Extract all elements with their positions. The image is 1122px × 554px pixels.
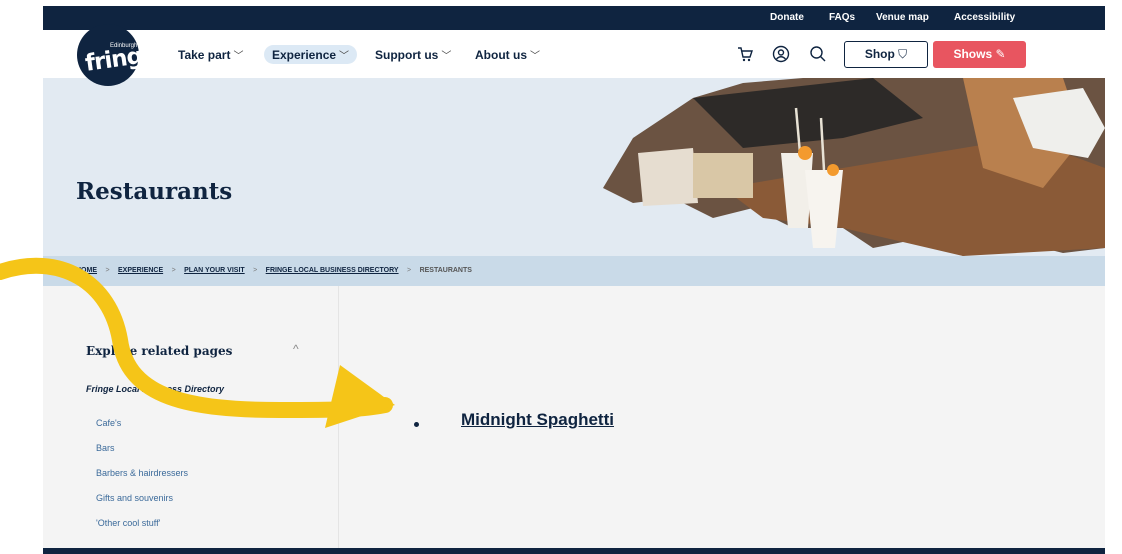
main-nav: Edinburgh fringe Take part ﹀ Experience ﹀ … xyxy=(43,24,1105,86)
utility-bar: Donate FAQs Venue map Accessibility xyxy=(43,6,1105,30)
page-title: Restaurants xyxy=(76,178,233,205)
chevron-down-icon: ﹀ xyxy=(339,51,350,62)
shop-button-label: Shop xyxy=(864,47,895,61)
tshirt-icon: ⛉ xyxy=(898,47,908,61)
nav-about-us[interactable]: About us ﹀ xyxy=(475,47,540,62)
nav-about-us-label: About us xyxy=(475,48,527,62)
faqs-link[interactable]: FAQs xyxy=(829,12,855,23)
nav-support-us[interactable]: Support us ﹀ xyxy=(375,47,451,62)
ticket-icon: ✎ xyxy=(995,47,1006,61)
sidebar-link-cafes[interactable]: Cafe's xyxy=(96,418,121,428)
accessibility-link[interactable]: Accessibility xyxy=(954,12,1015,23)
sidebar-link-barbers[interactable]: Barbers & hairdressers xyxy=(96,468,188,478)
midnight-spaghetti-link[interactable]: Midnight Spaghetti xyxy=(461,410,614,430)
donate-link[interactable]: Donate xyxy=(770,12,804,23)
breadcrumb: HOME > EXPERIENCE > PLAN YOUR VISIT > FR… xyxy=(43,256,1105,286)
sidebar-subtitle[interactable]: Fringe Local Business Directory xyxy=(86,384,224,394)
breadcrumb-separator: > xyxy=(407,267,412,274)
main-content: Midnight Spaghetti xyxy=(340,286,1105,548)
cart-icon[interactable] xyxy=(736,45,754,63)
sidebar-link-gifts[interactable]: Gifts and souvenirs xyxy=(96,493,173,503)
breadcrumb-separator: > xyxy=(253,267,258,274)
breadcrumb-experience[interactable]: EXPERIENCE xyxy=(118,267,163,274)
list-bullet xyxy=(414,422,419,427)
sidebar-title[interactable]: Explore related pages xyxy=(86,344,232,358)
sidebar-link-bars[interactable]: Bars xyxy=(96,443,115,453)
breadcrumb-separator: > xyxy=(171,267,176,274)
shows-button[interactable]: Shows ✎ xyxy=(933,41,1026,68)
nav-experience-label: Experience xyxy=(272,48,337,62)
breadcrumb-business-directory[interactable]: FRINGE LOCAL BUSINESS DIRECTORY xyxy=(266,267,399,274)
chevron-down-icon: ﹀ xyxy=(441,51,452,62)
hero-banner: Restaurants xyxy=(43,78,1105,256)
fringe-logo[interactable]: Edinburgh fringe xyxy=(77,24,158,86)
shop-button[interactable]: Shop ⛉ xyxy=(844,41,928,68)
logo-fringe-text: fringe xyxy=(83,41,159,77)
account-icon[interactable] xyxy=(772,45,790,63)
sidebar: Explore related pages ^ Fringe Local Bus… xyxy=(43,286,339,548)
nav-take-part-label: Take part xyxy=(178,48,231,62)
nav-experience[interactable]: Experience ﹀ xyxy=(264,45,358,64)
breadcrumb-current: RESTAURANTS xyxy=(419,267,472,274)
hero-cafe-image xyxy=(543,78,1105,256)
search-icon[interactable] xyxy=(809,45,827,63)
breadcrumb-home[interactable]: HOME xyxy=(76,267,97,274)
breadcrumb-plan-your-visit[interactable]: PLAN YOUR VISIT xyxy=(184,267,245,274)
bottom-bar xyxy=(43,548,1105,554)
nav-take-part[interactable]: Take part ﹀ xyxy=(178,47,243,62)
browser-frame: Donate FAQs Venue map Accessibility Edin… xyxy=(43,6,1105,548)
nav-support-us-label: Support us xyxy=(375,48,439,62)
chevron-down-icon: ﹀ xyxy=(233,51,244,62)
breadcrumb-separator: > xyxy=(105,267,110,274)
venue-map-link[interactable]: Venue map xyxy=(876,12,929,23)
chevron-down-icon: ﹀ xyxy=(530,51,540,62)
sidebar-link-other[interactable]: 'Other cool stuff' xyxy=(96,518,160,528)
shows-button-label: Shows xyxy=(953,47,993,61)
chevron-up-icon[interactable]: ^ xyxy=(293,342,299,356)
